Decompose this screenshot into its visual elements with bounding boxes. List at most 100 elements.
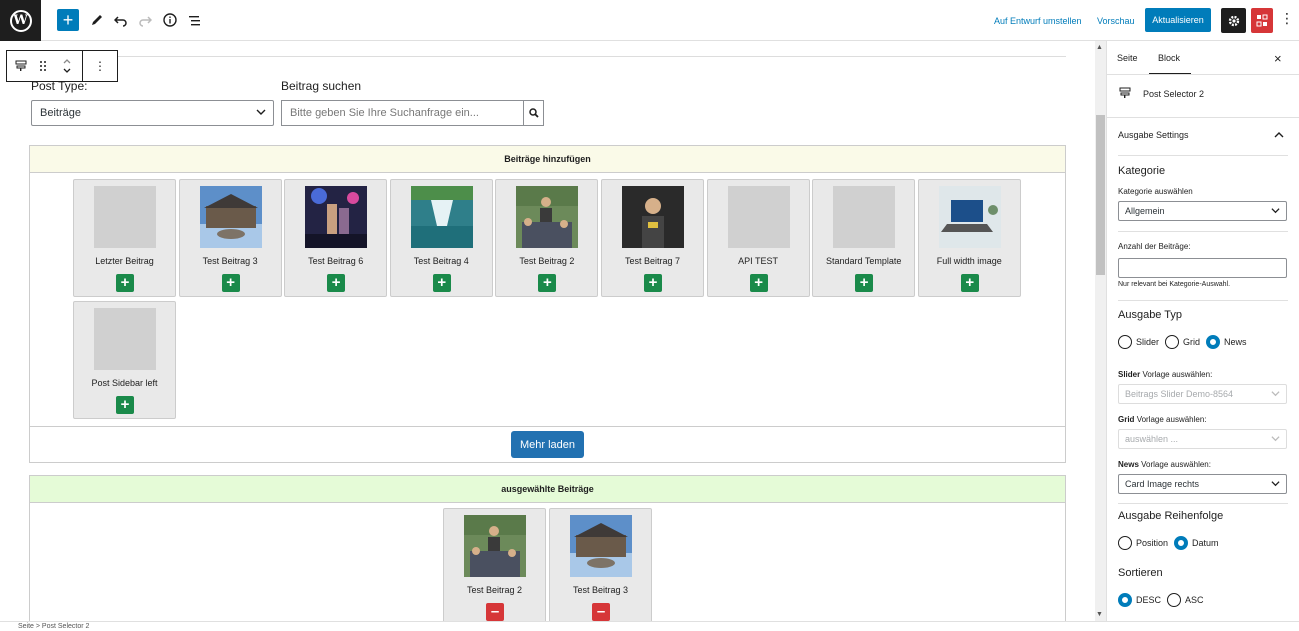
anzahl-help: Nur relevant bei Kategorie-Auswahl. [1118, 281, 1231, 288]
add-post-button[interactable]: + [221, 274, 240, 292]
post-type-select[interactable]: Beiträge [31, 100, 274, 126]
radio-grid[interactable] [1165, 335, 1180, 349]
add-post-button[interactable]: + [116, 274, 134, 292]
add-posts-header: Beiträge hinzufügen [30, 146, 1065, 173]
add-block-button[interactable]: + [57, 9, 79, 31]
load-more-button[interactable]: Mehr laden [511, 431, 584, 458]
search-button[interactable] [523, 100, 544, 126]
undo-icon[interactable] [110, 9, 132, 31]
post-thumbnail [410, 186, 473, 248]
scrollbar-thumb[interactable] [1096, 115, 1105, 275]
more-options-icon[interactable]: ⋮ [1280, 10, 1294, 27]
post-card: Test Beitrag 3 – [549, 508, 652, 621]
add-post-button[interactable]: + [116, 396, 134, 414]
scroll-down-icon[interactable]: ▼ [1096, 611, 1103, 618]
post-thumbnail [570, 515, 632, 577]
block-options-icon[interactable]: ⋮ [83, 51, 117, 81]
post-card-title: Test Beitrag 4 [413, 256, 469, 266]
radio-desc[interactable] [1118, 593, 1132, 607]
add-post-button[interactable]: + [432, 274, 451, 292]
preview-link[interactable]: Vorschau [1097, 16, 1135, 26]
post-selector-icon[interactable] [7, 51, 35, 81]
grid-template-select: auswählen ... [1118, 429, 1287, 449]
post-card-title: Test Beitrag 2 [519, 256, 575, 266]
edit-tool-icon[interactable] [86, 9, 108, 31]
radio-asc-label: ASC [1185, 595, 1204, 605]
scroll-up-icon[interactable]: ▲ [1096, 44, 1103, 51]
kategorie-select[interactable]: Allgemein [1118, 201, 1287, 221]
post-thumbnail [305, 186, 368, 248]
drag-handle-icon[interactable] [35, 51, 51, 81]
anzahl-label: Anzahl der Beiträge: [1118, 242, 1191, 251]
radio-position-label: Position [1136, 538, 1169, 548]
remove-post-button[interactable]: – [486, 603, 504, 621]
post-thumbnail [516, 186, 579, 248]
add-post-button[interactable]: + [327, 274, 346, 292]
search-icon [528, 108, 539, 118]
anzahl-input[interactable] [1118, 258, 1287, 278]
post-thumbnail [622, 186, 684, 248]
slider-bold: Slider [1118, 370, 1141, 379]
radio-position[interactable] [1118, 536, 1132, 550]
grid-bold: Grid [1118, 415, 1135, 424]
chevron-down-icon [1271, 479, 1280, 490]
switch-to-draft-link[interactable]: Auf Entwurf umstellen [994, 16, 1082, 26]
tab-seite[interactable]: Seite [1117, 53, 1138, 63]
radio-asc[interactable] [1167, 593, 1182, 607]
selected-posts-header: ausgewählte Beiträge [30, 476, 1065, 503]
post-card: API TEST + [706, 179, 810, 297]
sort-heading: Sortieren [1118, 567, 1163, 579]
placeholder-thumbnail [94, 308, 156, 370]
chevron-down-icon [256, 107, 266, 120]
remove-post-button[interactable]: – [592, 603, 610, 621]
search-label: Beitrag suchen [281, 79, 362, 93]
post-card: Post Sidebar left + [73, 301, 176, 419]
placeholder-thumbnail [727, 186, 790, 248]
add-post-button[interactable]: + [749, 274, 768, 292]
update-button[interactable]: Aktualisieren [1145, 8, 1211, 32]
tab-block[interactable]: Block [1158, 53, 1180, 63]
redo-icon[interactable] [134, 9, 156, 31]
separator [30, 56, 1066, 57]
radio-news[interactable] [1206, 335, 1221, 349]
post-card: Full width image + [917, 179, 1021, 297]
section-title[interactable]: Ausgabe Settings [1118, 130, 1189, 140]
slider-label-text: Vorlage auswählen: [1142, 370, 1213, 379]
plugin-icon[interactable] [1251, 8, 1273, 33]
post-card: Test Beitrag 6 + [284, 179, 388, 297]
radio-slider[interactable] [1118, 335, 1132, 349]
post-card-title: Test Beitrag 6 [308, 256, 364, 266]
chevron-up-icon[interactable] [1274, 127, 1284, 145]
wordpress-logo[interactable]: W [0, 0, 41, 41]
list-view-icon[interactable] [184, 9, 206, 31]
close-icon[interactable]: × [1274, 51, 1282, 66]
add-post-button[interactable]: + [855, 274, 874, 292]
post-thumbnail [938, 186, 1001, 248]
placeholder-thumbnail [94, 186, 156, 248]
grid-label-text: Vorlage auswählen: [1136, 415, 1207, 424]
grid-template-value: auswählen ... [1125, 434, 1179, 444]
add-post-button[interactable]: + [960, 274, 979, 292]
news-template-select[interactable]: Card Image rechts [1118, 474, 1287, 494]
add-post-button[interactable]: + [644, 274, 662, 292]
post-thumbnail [464, 515, 526, 577]
news-template-value: Card Image rechts [1125, 479, 1200, 489]
chevron-down-icon [1271, 206, 1280, 217]
divider [1118, 503, 1288, 504]
breadcrumb[interactable]: Seite > Post Selector 2 [0, 621, 1299, 630]
post-card-title: API TEST [738, 256, 779, 266]
add-post-button[interactable]: + [538, 274, 557, 292]
slider-template-select: Beitrags Slider Demo-8564 [1118, 384, 1287, 404]
radio-datum[interactable] [1174, 536, 1189, 550]
settings-gear-icon[interactable] [1221, 8, 1246, 33]
sort-radio-group: DESC ASC [1118, 593, 1210, 607]
news-template-label: News Vorlage auswählen: [1118, 460, 1211, 469]
radio-news-label: News [1224, 337, 1247, 347]
post-card-title: Post Sidebar left [91, 378, 158, 388]
divider [1118, 300, 1288, 301]
post-card-title: Letzter Beitrag [95, 256, 154, 266]
kategorie-heading: Kategorie [1118, 165, 1166, 177]
move-up-down-icon[interactable] [51, 51, 83, 81]
info-icon[interactable] [159, 9, 181, 31]
search-input[interactable]: Bitte geben Sie Ihre Suchanfrage ein... [281, 100, 524, 126]
